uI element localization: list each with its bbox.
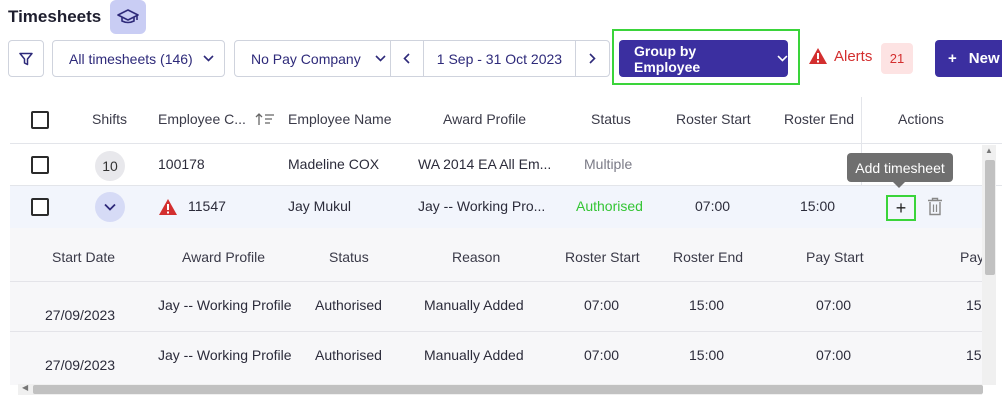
column-header-award-profile[interactable]: Award Profile — [443, 111, 526, 127]
select-all-checkbox[interactable] — [31, 111, 49, 129]
tooltip-arrow — [893, 182, 905, 188]
row-checkbox[interactable] — [31, 156, 49, 174]
column-header-shifts[interactable]: Shifts — [92, 111, 127, 127]
award-profile: Jay -- Working Pro... — [418, 198, 546, 214]
date-range-picker[interactable]: 1 Sep - 31 Oct 2023 — [424, 41, 577, 76]
group-by-button[interactable]: Group by Employee — [619, 40, 788, 77]
roster-end: 15:00 — [800, 198, 836, 214]
shift-count-badge[interactable]: 10 — [95, 151, 125, 181]
pay-start: 07:00 — [816, 297, 852, 313]
subcolumn-header-start-date[interactable]: Start Date — [52, 249, 115, 265]
page-title: Timesheets — [8, 7, 102, 26]
collapse-row-button[interactable] — [95, 192, 125, 222]
subcolumn-header-pay-end[interactable]: Pay — [960, 249, 984, 265]
roster-end: 15:00 — [689, 347, 725, 363]
chevron-right-icon — [589, 53, 596, 64]
divider — [10, 331, 982, 332]
group-by-label: Group by Employee — [634, 42, 701, 75]
vertical-scroll-thumb[interactable] — [985, 160, 995, 275]
trash-icon[interactable] — [927, 197, 943, 216]
pay-end: 15 — [966, 347, 982, 363]
next-period-button[interactable] — [576, 41, 609, 76]
add-timesheet-button[interactable]: + — [886, 195, 916, 221]
pay-start: 07:00 — [816, 347, 852, 363]
chevron-down-icon — [777, 55, 788, 62]
new-label: New — [968, 50, 1000, 67]
roster-start: 07:00 — [695, 198, 731, 214]
employee-name: Madeline COX — [288, 156, 380, 172]
filter-button[interactable] — [8, 40, 44, 77]
sort-icon[interactable] — [255, 112, 275, 126]
chevron-left-icon — [403, 53, 410, 64]
plus-icon: + — [895, 197, 907, 218]
row-checkbox[interactable] — [31, 198, 49, 216]
roster-end: 15:00 — [689, 297, 725, 313]
filter-icon — [19, 52, 33, 65]
timesheet-filter-dropdown[interactable]: All timesheets (146) — [52, 40, 225, 77]
date-range-label: 1 Sep - 31 Oct 2023 — [436, 50, 563, 67]
pay-company-dropdown[interactable]: No Pay Company — [235, 41, 391, 76]
subcolumn-header-award-profile[interactable]: Award Profile — [182, 249, 265, 265]
tooltip: Add timesheet — [847, 153, 953, 182]
status-text: Authorised — [315, 347, 382, 363]
graduation-cap-icon — [117, 9, 139, 24]
status-text: Authorised — [576, 198, 643, 214]
subcolumn-header-roster-end[interactable]: Roster End — [673, 249, 743, 265]
column-header-roster-start[interactable]: Roster Start — [676, 111, 751, 127]
start-date: 27/09/2023 — [45, 357, 116, 373]
column-header-employee-code[interactable]: Employee C... — [158, 111, 246, 127]
warning-icon — [809, 48, 827, 64]
award-profile: WA 2014 EA All Em... — [418, 156, 552, 172]
alerts-label: Alerts — [834, 47, 873, 65]
horizontal-scroll-thumb[interactable] — [33, 385, 983, 394]
start-date: 27/09/2023 — [45, 307, 116, 323]
subcolumn-header-reason[interactable]: Reason — [452, 249, 500, 265]
previous-period-button[interactable] — [391, 41, 424, 76]
subcolumn-header-status[interactable]: Status — [329, 249, 369, 265]
employee-code: 100178 — [158, 156, 205, 172]
new-timesheet-button[interactable]: + New — [935, 40, 1002, 77]
reason: Manually Added — [424, 297, 524, 313]
employee-name: Jay Mukul — [288, 198, 352, 214]
column-header-actions: Actions — [898, 111, 944, 127]
column-header-status[interactable]: Status — [591, 111, 631, 127]
pay-end: 15 — [966, 297, 982, 313]
roster-start: 07:00 — [584, 347, 620, 363]
scroll-up-arrow[interactable]: ▲ — [985, 146, 993, 155]
divider — [10, 281, 982, 282]
scroll-left-arrow[interactable]: ◀ — [22, 383, 28, 392]
award-profile: Jay -- Working Profile — [158, 347, 292, 363]
column-header-employee-name[interactable]: Employee Name — [288, 111, 392, 127]
training-button[interactable] — [110, 0, 146, 34]
roster-start: 07:00 — [584, 297, 620, 313]
subcolumn-header-pay-start[interactable]: Pay Start — [806, 249, 864, 265]
alerts-count-badge: 21 — [881, 43, 913, 74]
award-profile: Jay -- Working Profile — [158, 297, 292, 313]
status-text: Authorised — [315, 297, 382, 313]
pay-company-label: No Pay Company — [251, 50, 361, 67]
chevron-down-icon — [203, 55, 214, 62]
divider — [10, 143, 1002, 144]
plus-icon: + — [948, 50, 957, 67]
employee-code: 11547 — [188, 198, 226, 214]
status-text: Multiple — [584, 156, 633, 172]
warning-icon — [159, 199, 177, 215]
reason: Manually Added — [424, 347, 524, 363]
column-header-roster-end[interactable]: Roster End — [784, 111, 854, 127]
alerts-button[interactable]: Alerts — [808, 47, 872, 65]
filter-segment: No Pay Company 1 Sep - 31 Oct 2023 — [234, 40, 610, 77]
subcolumn-header-roster-start[interactable]: Roster Start — [565, 249, 640, 265]
timesheet-filter-label: All timesheets (146) — [69, 50, 193, 67]
chevron-down-icon — [375, 55, 386, 62]
chevron-down-icon — [104, 203, 116, 211]
